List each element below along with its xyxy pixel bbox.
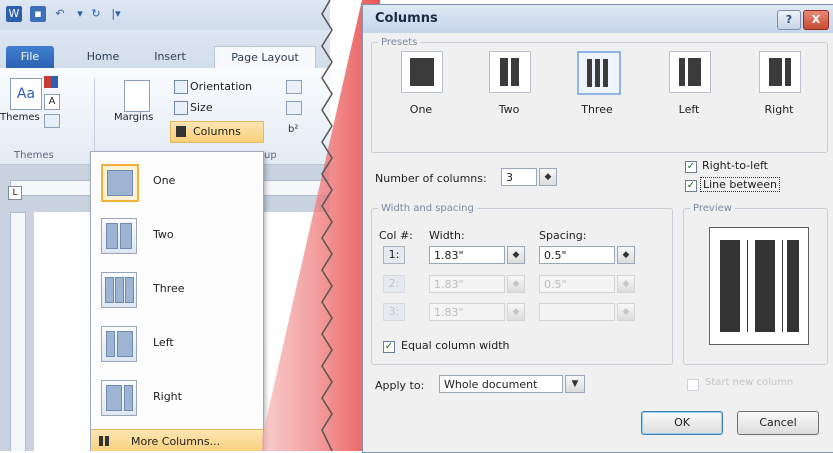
themes-group-label: Themes: [14, 150, 54, 161]
right-to-left-label: Right-to-left: [702, 159, 768, 172]
column-2-width-spinner: ◆: [507, 275, 525, 293]
vertical-ruler: [10, 212, 26, 451]
number-of-columns-input[interactable]: 3: [501, 168, 537, 186]
column-3-width-spinner: ◆: [507, 303, 525, 321]
start-new-column-label: Start new column: [705, 377, 794, 388]
line-between-label: Line between: [700, 177, 780, 192]
cancel-button[interactable]: Cancel: [737, 411, 819, 435]
redo-icon[interactable]: ↻: [88, 6, 104, 22]
spacing-header: Spacing:: [539, 229, 587, 242]
col-number-3: 3:: [383, 303, 405, 321]
one-column-icon: [101, 164, 139, 202]
apply-to-dropdown-arrow[interactable]: ▼: [565, 375, 585, 393]
columns-dialog: Columns ? X Presets One Two Three Left R…: [362, 4, 833, 453]
left-columns-icon: [101, 326, 137, 362]
column-3-spacing-input: [539, 303, 615, 321]
equal-column-width-label: Equal column width: [401, 339, 510, 352]
preview-legend: Preview: [693, 203, 732, 214]
column-3-spacing-spinner: ◆: [617, 303, 635, 321]
dialog-titlebar: Columns ? X: [363, 5, 833, 33]
tab-selector-icon[interactable]: L: [8, 186, 22, 200]
more-columns-label: More Columns...: [131, 435, 221, 448]
size-button[interactable]: Size: [190, 101, 213, 114]
margins-icon[interactable]: [124, 80, 150, 112]
undo-dropdown-icon[interactable]: ▾: [72, 6, 88, 22]
number-of-columns-label: Number of columns:: [375, 172, 487, 185]
col-number-2: 2:: [383, 275, 405, 293]
ok-button[interactable]: OK: [641, 411, 723, 435]
presets-legend: Presets: [381, 37, 418, 48]
column-2-width-input: 1.83": [429, 275, 505, 293]
size-icon: [174, 101, 188, 115]
tab-insert[interactable]: Insert: [146, 46, 194, 68]
width-header: Width:: [429, 229, 465, 242]
column-3-width-input: 1.83": [429, 303, 505, 321]
themes-icon[interactable]: Aa: [10, 78, 42, 110]
column-1-spacing-spinner[interactable]: ◆: [617, 246, 635, 264]
help-button[interactable]: ?: [777, 10, 801, 30]
three-columns-icon: [101, 272, 137, 308]
col-header: Col #:: [379, 229, 413, 242]
menu-item-label: Two: [153, 228, 174, 241]
column-1-width-spinner[interactable]: ◆: [507, 246, 525, 264]
menu-item-label: One: [153, 174, 176, 187]
column-2-spacing-input: 0.5": [539, 275, 615, 293]
theme-colors-icon[interactable]: [44, 76, 58, 88]
apply-to-select[interactable]: Whole document: [439, 375, 563, 393]
preset-left-icon: [669, 51, 711, 93]
start-new-column-checkbox: [687, 379, 699, 391]
preset-three-icon: [577, 51, 621, 95]
dialog-title: Columns: [375, 11, 438, 26]
theme-effects-icon[interactable]: [44, 114, 60, 128]
more-columns-icon: [99, 436, 109, 446]
undo-icon[interactable]: ↶: [52, 6, 68, 22]
theme-fonts-icon[interactable]: A: [44, 94, 60, 110]
word-app-icon[interactable]: W: [6, 6, 22, 22]
group-divider: [94, 78, 95, 154]
preset-label: One: [409, 103, 433, 116]
width-spacing-legend: Width and spacing: [381, 203, 474, 214]
equal-column-width-checkbox[interactable]: ✓: [383, 341, 395, 353]
preset-two-icon: [489, 51, 531, 93]
preview-page: [709, 227, 809, 345]
preset-one-icon: [401, 51, 443, 93]
column-2-spacing-spinner: ◆: [617, 275, 635, 293]
preset-label: Left: [678, 103, 700, 116]
customize-qat-icon[interactable]: |▾: [108, 6, 124, 22]
preset-right-icon: [759, 51, 801, 93]
column-1-spacing-input[interactable]: 0.5": [539, 246, 615, 264]
preset-label: Right: [764, 103, 794, 116]
themes-label[interactable]: Themes: [0, 112, 40, 123]
number-of-columns-spinner[interactable]: ◆: [539, 168, 557, 186]
menu-item-label: Three: [153, 282, 185, 295]
callout-funnel-graphic: [262, 0, 380, 451]
margins-label[interactable]: Margins: [114, 112, 153, 123]
preset-label: Three: [581, 103, 613, 116]
column-1-width-input[interactable]: 1.83": [429, 246, 505, 264]
right-to-left-checkbox[interactable]: ✓: [685, 161, 697, 173]
right-columns-icon: [101, 380, 137, 416]
line-between-checkbox[interactable]: ✓: [685, 180, 697, 192]
orientation-icon: [174, 80, 188, 94]
col-number-1[interactable]: 1:: [383, 246, 405, 264]
menu-item-label: Left: [153, 336, 174, 349]
preset-label: Two: [498, 103, 520, 116]
close-button[interactable]: X: [803, 10, 829, 30]
tab-file[interactable]: File: [6, 46, 54, 68]
save-icon[interactable]: ▪: [30, 6, 46, 22]
tab-home[interactable]: Home: [80, 46, 126, 68]
apply-to-label: Apply to:: [375, 379, 425, 392]
two-columns-icon: [101, 218, 137, 254]
menu-item-label: Right: [153, 390, 182, 403]
columns-icon: [176, 126, 186, 137]
